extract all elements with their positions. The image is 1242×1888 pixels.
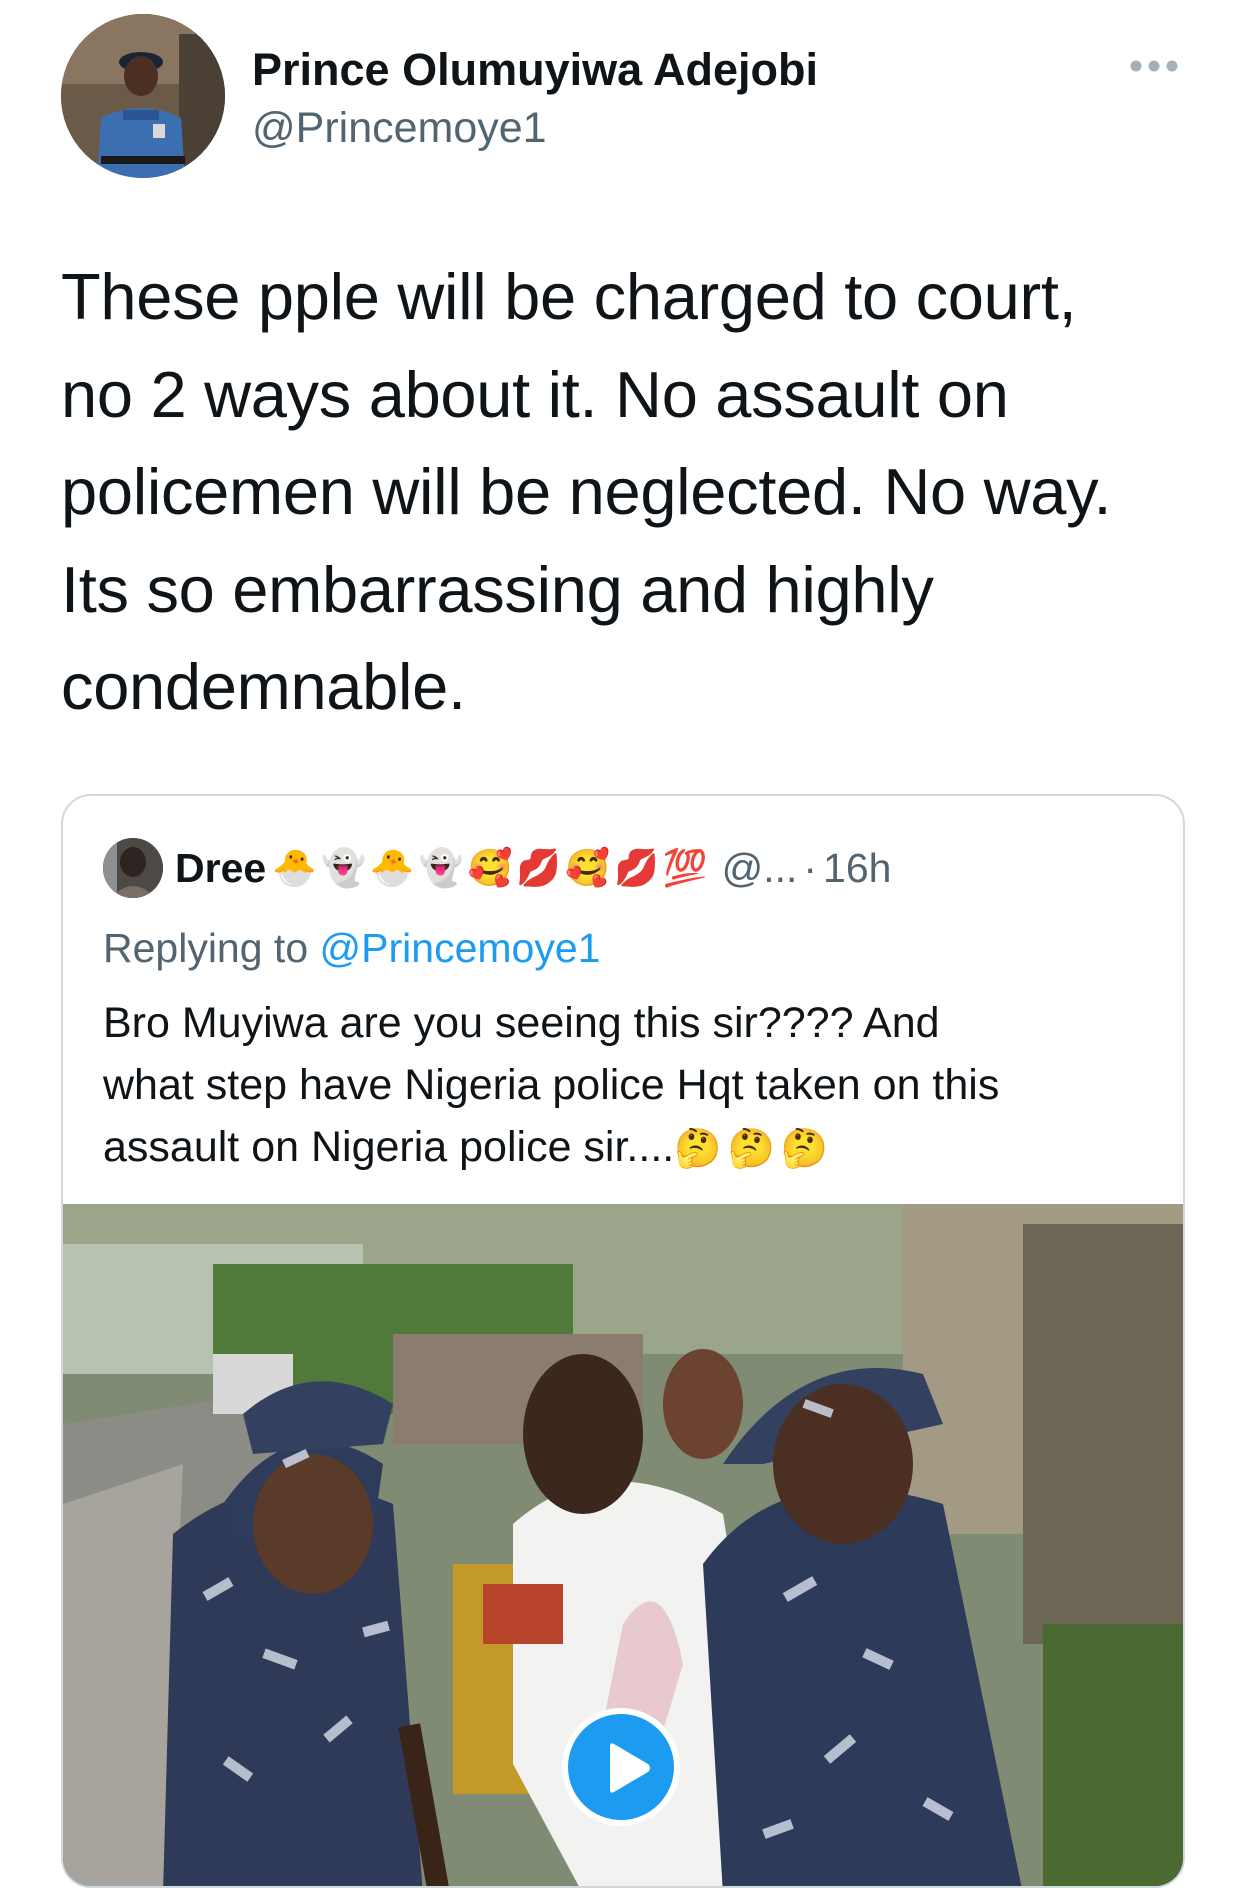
quoted-text-line-last: assault on Nigeria police sir....🤔🤔🤔 [103,1116,1153,1179]
tweet-text-line: policemen will be neglected. No way. [61,455,1112,528]
quoted-text-line: assault on Nigeria police sir.... [103,1123,675,1171]
quoted-text-line: Bro Muyiwa are you seeing this sir???? A… [103,999,940,1047]
quoted-author-avatar[interactable] [103,838,163,898]
more-dots-icon[interactable] [1128,58,1180,74]
quoted-author-emojis: 🐣👻🐣👻🥰💋🥰💋💯 [272,848,712,889]
author-display-name[interactable]: Prince Olumuyiwa Adejobi [252,44,818,96]
thinking-emojis: 🤔🤔🤔 [674,1126,835,1170]
quoted-timestamp[interactable]: 16h [823,845,891,892]
replying-to: Replying to @Princemoye1 [103,920,600,976]
separator-dot: · [803,844,818,891]
author-info: Prince Olumuyiwa Adejobi @Princemoye1 [252,44,818,156]
tweet: Prince Olumuyiwa Adejobi @Princemoye1 Th… [0,0,1242,1888]
tweet-text: These pple will be charged to court, no … [61,248,1201,736]
video-thumbnail[interactable] [63,1204,1183,1886]
tweet-text-line: no 2 ways about it. No assault on [61,357,1009,431]
quoted-author-handle[interactable]: @... [722,845,798,892]
tweet-text-line: Its so embarrassing and highly [61,552,934,626]
tweet-text-line: condemnable. [61,650,466,723]
tweet-text-line: These pple will be charged to court, [61,260,1077,333]
quoted-text-line: what step have Nigeria police Hqt taken … [103,1061,1000,1109]
replying-mention-link[interactable]: @Princemoye1 [320,925,601,971]
quoted-tweet-text: Bro Muyiwa are you seeing this sir???? A… [103,992,1153,1179]
author-avatar[interactable] [61,14,225,178]
play-icon [610,1743,650,1793]
quoted-author-name[interactable]: Dree [175,845,266,892]
replying-prefix: Replying to [103,925,309,971]
quoted-tweet-header: Dree 🐣👻🐣👻🥰💋🥰💋💯 @... · 16h [103,836,891,900]
quoted-tweet[interactable]: Dree 🐣👻🐣👻🥰💋🥰💋💯 @... · 16h Replying to @P… [61,794,1185,1888]
author-handle[interactable]: @Princemoye1 [252,100,818,156]
play-button[interactable] [562,1708,680,1826]
